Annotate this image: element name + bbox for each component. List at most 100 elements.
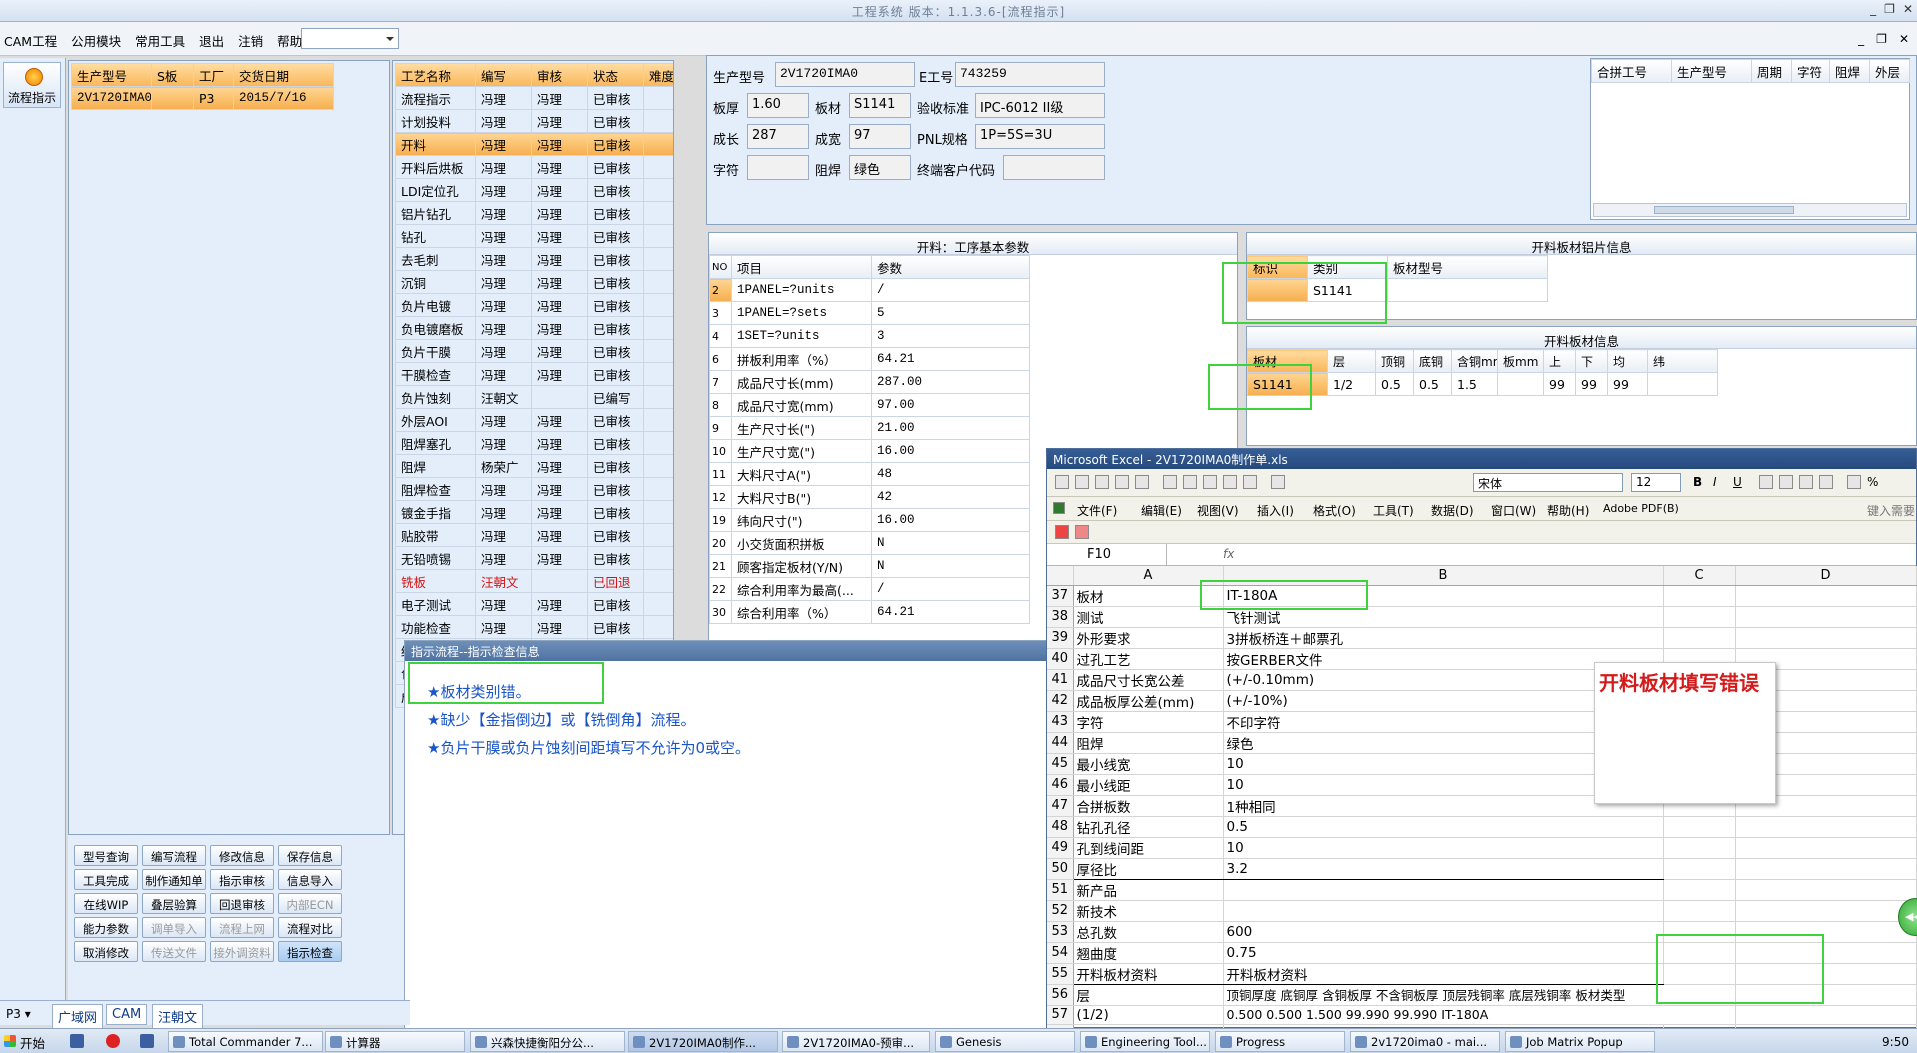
send-file-button[interactable]: 传送文件 [142,941,206,962]
excel-menu-edit[interactable]: 编辑(E) [1141,502,1182,519]
flow-instruction-button[interactable]: 流程指示 [3,62,61,108]
minimize-icon[interactable]: _ [1870,2,1876,16]
thickness-field[interactable]: 1.60 [747,93,809,118]
paste-icon[interactable] [1223,475,1237,489]
quicklaunch-icon[interactable] [106,1034,120,1048]
table-row[interactable]: 负电镀磨板 冯理 冯理 已审核 [395,316,673,340]
menu-tools[interactable]: 常用工具 [135,31,185,50]
taskbar-item[interactable]: 2v1720ima0 - mai... [1350,1031,1500,1052]
align-center-icon[interactable] [1779,475,1793,489]
new-icon[interactable] [1055,475,1069,489]
col-header-d[interactable]: D [1735,566,1917,586]
pnl-field[interactable]: 1P=5S=3U [975,124,1105,149]
material-field[interactable]: S1141 [849,93,911,118]
table-row[interactable]: 铝片钻孔 冯理 冯理 已审核 [395,201,673,225]
excel-menu-view[interactable]: 视图(V) [1197,502,1239,519]
online-wip-button[interactable]: 在线WIP [74,893,138,914]
table-row[interactable]: 负片蚀刻 汪朝文 已编写 [395,385,673,409]
make-notice-button[interactable]: 制作通知单 [142,869,206,890]
width-field[interactable]: 97 [849,124,911,149]
menu-exit[interactable]: 退出 [199,31,224,50]
merge-center-icon[interactable] [1819,475,1833,489]
table-row[interactable]: 贴胶带 冯理 冯理 已审核 [395,523,673,547]
formula-input[interactable] [1243,544,1913,565]
write-flow-button[interactable]: 编写流程 [142,845,206,866]
excel-menu-insert[interactable]: 插入(I) [1257,502,1294,519]
mdi-minimize-icon[interactable]: _ [1858,32,1864,46]
factory-select[interactable]: P3 ▾ [6,1007,31,1021]
table-row[interactable]: 46 最小线距 10 [1047,774,1917,796]
table-row[interactable]: 沉铜 冯理 冯理 已审核 [395,270,673,294]
length-field[interactable]: 287 [747,124,809,149]
e-no-field[interactable]: 743259 [955,62,1105,87]
excel-menu-file[interactable]: 文件(F) [1077,502,1117,519]
pdf-mail-icon[interactable] [1075,525,1089,539]
col-merge-model[interactable]: 生产型号 [1671,59,1752,83]
mdi-restore-icon[interactable]: ❐ [1876,32,1887,46]
undo-icon[interactable] [1271,475,1285,489]
table-row[interactable]: 外层AOI 冯理 冯理 已审核 [395,408,673,432]
currency-icon[interactable] [1847,475,1861,489]
table-row[interactable]: 43 字符 不印字符 [1047,711,1917,733]
align-right-icon[interactable] [1799,475,1813,489]
col-s-board[interactable]: S板 [151,63,194,87]
menu-logout[interactable]: 注销 [238,31,263,50]
prod-model-field[interactable]: 2V1720IMA0 [775,62,915,87]
name-box[interactable]: F10 [1047,544,1167,565]
percent-icon[interactable]: % [1867,475,1878,489]
col-process-name[interactable]: 工艺名称 [395,63,476,87]
table-row[interactable]: 49 孔到线间距 10 [1047,837,1917,859]
table-row[interactable]: 阻焊 杨荣广 冯理 已审核 [395,454,673,478]
table-row[interactable]: 57 (1/2) 0.500 0.500 1.500 99.990 99.990 I… [1047,1005,1917,1025]
save-info-button[interactable]: 保存信息 [278,845,342,866]
table-row[interactable]: 6 拼板利用率（%） 64.21 [709,347,1030,371]
module-select[interactable] [301,28,399,49]
italic-icon[interactable]: I [1713,475,1717,489]
table-row[interactable]: 铣板 汪朝文 已回退 [395,569,673,593]
quicklaunch-icon[interactable] [140,1034,154,1048]
menu-public[interactable]: 公用模块 [71,31,121,50]
table-row[interactable]: 40 过孔工艺 按GERBER文件 [1047,648,1917,670]
internal-ecn-button[interactable]: 内部ECN [278,893,342,914]
table-row[interactable]: 51 新产品 [1047,879,1917,901]
table-row[interactable]: 电子测试 冯理 冯理 已审核 [395,592,673,616]
cancel-edit-button[interactable]: 取消修改 [74,941,138,962]
table-row[interactable]: 2V1720IMA0 P3 2015/7/16 [71,86,334,110]
table-row[interactable]: 10 生产尺寸宽(") 16.00 [709,439,1030,463]
quicklaunch-icon[interactable] [70,1034,84,1048]
open-icon[interactable] [1075,475,1089,489]
flow-compare-button[interactable]: 流程对比 [278,917,342,938]
restore-icon[interactable]: ❐ [1884,2,1895,16]
edit-info-button[interactable]: 修改信息 [210,845,274,866]
print-icon[interactable] [1115,475,1129,489]
capability-params-button[interactable]: 能力参数 [74,917,138,938]
table-row[interactable]: 39 外形要求 3拼板桥连＋邮票孔 [1047,627,1917,649]
mdi-close-icon[interactable]: ✕ [1899,32,1909,46]
table-row[interactable]: 镀金手指 冯理 冯理 已审核 [395,500,673,524]
excel-menu-help[interactable]: 帮助(H) [1547,502,1589,519]
col-merge-mask[interactable]: 阻焊 [1829,59,1870,83]
table-row[interactable]: 流程指示 冯理 冯理 已审核 [395,86,673,110]
col-no[interactable]: NO [709,255,732,279]
font-size-select[interactable]: 12 [1631,473,1681,492]
menu-cam[interactable]: CAM工程 [4,31,57,50]
table-row[interactable]: 3 1PANEL=?sets 5 [709,301,1030,325]
taskbar-item[interactable]: Genesis [935,1031,1075,1052]
table-row[interactable]: 4 1SET=?units 3 [709,324,1030,348]
external-data-button[interactable]: 接外调资料 [210,941,274,962]
table-row[interactable]: 22 综合利用率为最高(... / [709,577,1030,601]
table-row[interactable]: 38 测试 飞针测试 [1047,606,1917,628]
rollback-review-button[interactable]: 回退审核 [210,893,274,914]
table-row[interactable]: 45 最小线宽 10 [1047,753,1917,775]
table-row[interactable]: 阻焊塞孔 冯理 冯理 已审核 [395,431,673,455]
table-row[interactable]: 41 成品尺寸长宽公差 (+/-0.10mm) [1047,669,1917,691]
col-item[interactable]: 项目 [731,255,872,279]
order-import-button[interactable]: 调单导入 [142,917,206,938]
table-row[interactable]: 20 小交货面积拼板 N [709,531,1030,555]
table-row[interactable]: 48 钻孔孔径 0.5 [1047,816,1917,838]
table-row[interactable]: 30 综合利用率（%） 64.21 [709,600,1030,624]
table-row[interactable]: 开料后烘板 冯理 冯理 已审核 [395,155,673,179]
tab-cam[interactable]: CAM [106,1004,148,1025]
mask-field[interactable]: 绿色 [849,155,911,180]
col-reviewer[interactable]: 审核 [531,63,588,87]
